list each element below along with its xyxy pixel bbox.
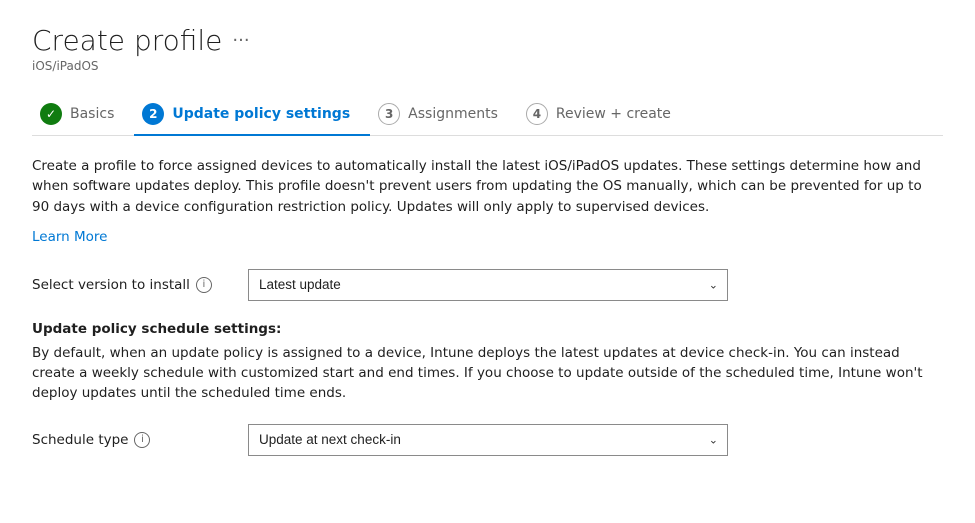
schedule-section: Update policy schedule settings: By defa… [32,321,943,404]
page-subtitle: iOS/iPadOS [32,59,943,73]
schedule-type-info-icon[interactable]: i [134,432,150,448]
schedule-type-select-wrapper: Update at next check-in Update during sc… [248,424,728,456]
more-options-icon[interactable]: ··· [232,30,249,51]
step-update-policy[interactable]: 2 Update policy settings [134,93,370,135]
page-title: Create profile [32,24,222,57]
page-header: Create profile ··· iOS/iPadOS [32,24,943,73]
version-select-wrapper: Latest update iOS 17 iOS 16 iOS 15 ⌄ [248,269,728,301]
version-label: Select version to install i [32,277,232,293]
stepper: ✓ Basics 2 Update policy settings 3 Assi… [32,93,943,136]
schedule-heading: Update policy schedule settings: [32,321,943,337]
step-assignments-label: Assignments [408,106,498,122]
step-update-policy-label: Update policy settings [172,106,350,122]
step-review-create[interactable]: 4 Review + create [518,93,691,135]
step-assignments-circle: 3 [378,103,400,125]
schedule-description: By default, when an update policy is ass… [32,343,932,404]
step-review-create-label: Review + create [556,106,671,122]
step-basics-circle: ✓ [40,103,62,125]
step-basics-label: Basics [70,106,114,122]
step-assignments[interactable]: 3 Assignments [370,93,518,135]
version-info-icon[interactable]: i [196,277,212,293]
schedule-type-label: Schedule type i [32,432,232,448]
step-update-policy-circle: 2 [142,103,164,125]
schedule-type-select[interactable]: Update at next check-in Update during sc… [248,424,728,456]
version-select[interactable]: Latest update iOS 17 iOS 16 iOS 15 [248,269,728,301]
step-basics[interactable]: ✓ Basics [32,93,134,135]
schedule-type-form-row: Schedule type i Update at next check-in … [32,424,943,456]
description-text: Create a profile to force assigned devic… [32,156,932,217]
step-review-create-circle: 4 [526,103,548,125]
learn-more-link[interactable]: Learn More [32,229,108,245]
version-form-row: Select version to install i Latest updat… [32,269,943,301]
